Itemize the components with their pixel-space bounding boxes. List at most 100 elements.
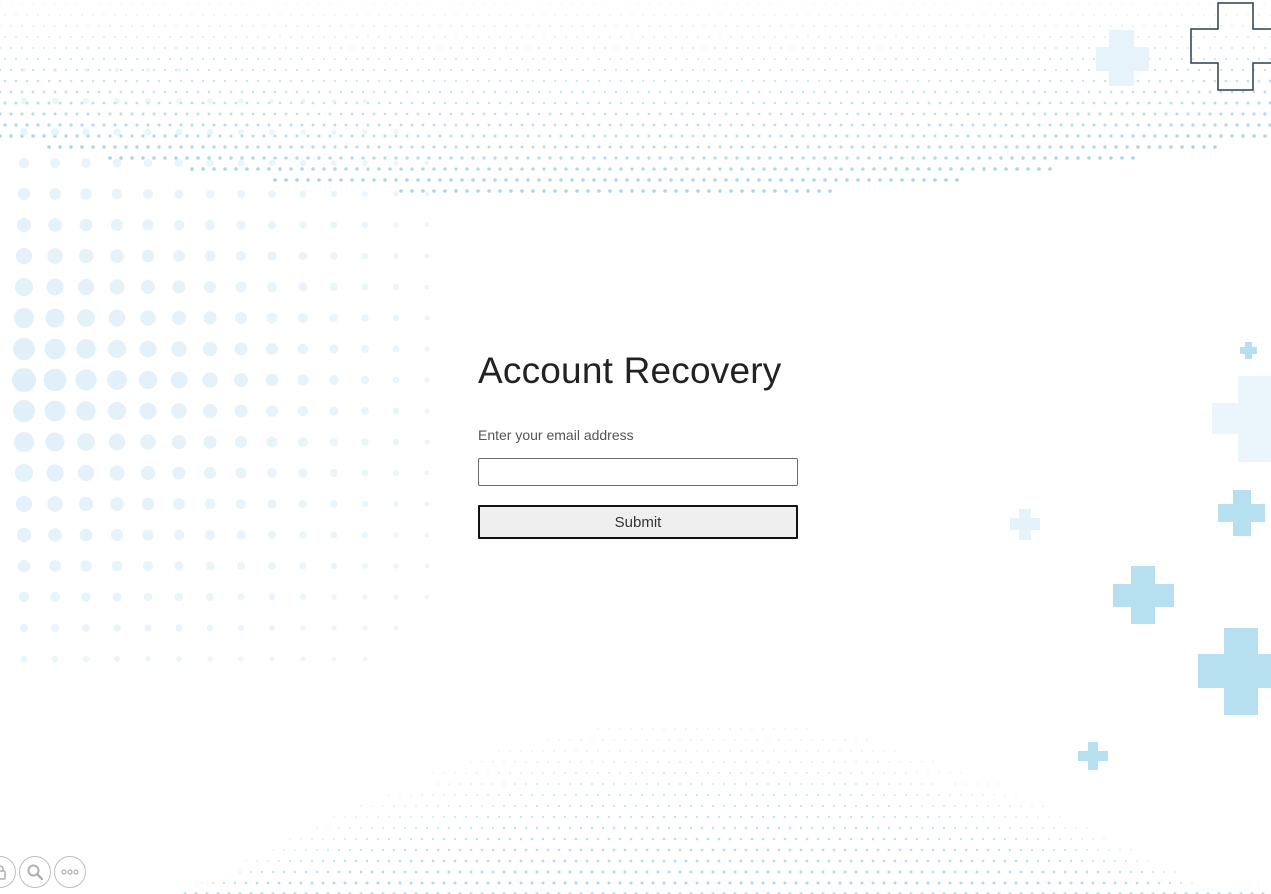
decorative-dot (359, 870, 363, 874)
decorative-dot (53, 90, 57, 94)
decorative-dot (828, 79, 832, 83)
email-field[interactable] (478, 458, 798, 486)
decorative-dot (388, 145, 392, 149)
decorative-dot (465, 123, 469, 127)
decorative-dot (1209, 3, 1211, 5)
decorative-dot (806, 123, 810, 127)
decorative-dot (186, 3, 188, 5)
decorative-dot (1036, 881, 1040, 885)
decorative-dot (872, 772, 874, 774)
decorative-dot (549, 47, 551, 49)
decorative-dot (1043, 156, 1047, 160)
decorative-dot (64, 134, 68, 138)
decorative-dot (498, 189, 502, 193)
decorative-dot (219, 3, 221, 5)
decorative-dot (153, 3, 155, 5)
decorative-dot (784, 728, 786, 730)
decorative-dot (170, 371, 188, 389)
decorative-dot (747, 3, 749, 5)
decorative-dot (388, 816, 390, 818)
decorative-dot (810, 848, 814, 852)
decorative-dot (345, 36, 347, 38)
decorative-dot (443, 167, 447, 171)
decorative-dot (1054, 112, 1058, 116)
decorative-dot (706, 859, 710, 863)
decorative-dot (42, 134, 46, 138)
decorative-dot (331, 625, 337, 631)
search-button[interactable] (19, 856, 51, 888)
decorative-dot (982, 57, 986, 61)
decorative-dot (546, 826, 550, 830)
decorative-dot (1020, 805, 1022, 807)
decorative-dot (476, 189, 480, 193)
decorative-dot (911, 90, 915, 94)
decorative-dot (135, 123, 139, 127)
decorative-dot (823, 68, 827, 72)
decorative-dot (860, 859, 864, 863)
decorative-dot (971, 57, 975, 61)
decorative-dot (80, 188, 92, 200)
decorative-dot (1257, 79, 1261, 83)
decorative-dot (658, 178, 662, 182)
decorative-dot (641, 123, 645, 127)
decorative-dot (1075, 827, 1077, 829)
submit-button[interactable]: Submit (478, 505, 798, 539)
decorative-dot (608, 167, 612, 171)
decorative-dot (1026, 145, 1030, 149)
decorative-dot (751, 123, 755, 127)
decorative-dot (625, 178, 629, 182)
decorative-dot (157, 79, 161, 83)
decorative-dot (1071, 14, 1073, 16)
decorative-dot (1092, 79, 1096, 83)
decorative-dot (509, 57, 513, 61)
decorative-dot (541, 881, 545, 885)
decorative-dot (927, 101, 931, 105)
decorative-dot (1011, 47, 1013, 49)
decorative-dot (494, 47, 496, 49)
decorative-dot (1088, 3, 1090, 5)
decorative-dot (916, 57, 920, 61)
decorative-dot (1169, 123, 1173, 127)
decorative-dot (1092, 101, 1096, 105)
decorative-dot (508, 837, 512, 841)
decorative-dot (773, 772, 775, 774)
decorative-dot (827, 881, 831, 885)
decorative-dot (120, 3, 122, 5)
decorative-dot (673, 793, 677, 797)
decorative-dot (810, 804, 814, 808)
decorative-dot (427, 156, 431, 160)
decorative-dot (667, 782, 671, 786)
decorative-dot (185, 68, 189, 72)
decorative-dot (447, 826, 451, 830)
decorative-dot (905, 167, 909, 171)
decorative-dot (427, 178, 431, 182)
decorative-dot (211, 881, 215, 885)
decorative-dot (373, 47, 375, 49)
decorative-dot (1263, 134, 1267, 138)
decorative-dot (773, 728, 775, 730)
decorative-dot (49, 560, 61, 572)
decorative-dot (1110, 25, 1112, 27)
decorative-dot (1011, 25, 1013, 27)
decorative-dot (299, 593, 307, 601)
decorative-dot (713, 112, 717, 116)
decorative-dot (761, 837, 765, 841)
decorative-dot (267, 79, 271, 83)
decorative-dot (977, 90, 981, 94)
decorative-dot (509, 772, 511, 774)
decorative-dot (813, 25, 815, 27)
decorative-dot (234, 435, 248, 449)
decorative-dot (816, 793, 820, 797)
decorative-dot (575, 750, 577, 752)
decorative-dot (405, 112, 409, 116)
lock-button[interactable] (0, 856, 16, 888)
decorative-dot (840, 14, 842, 16)
more-button[interactable] (54, 856, 86, 888)
decorative-dot (581, 134, 585, 138)
decorative-dot (454, 189, 458, 193)
decorative-dot (604, 3, 606, 5)
decorative-dot (868, 3, 870, 5)
decorative-dot (1025, 859, 1029, 863)
decorative-dot (416, 134, 420, 138)
decorative-dot (147, 14, 149, 16)
